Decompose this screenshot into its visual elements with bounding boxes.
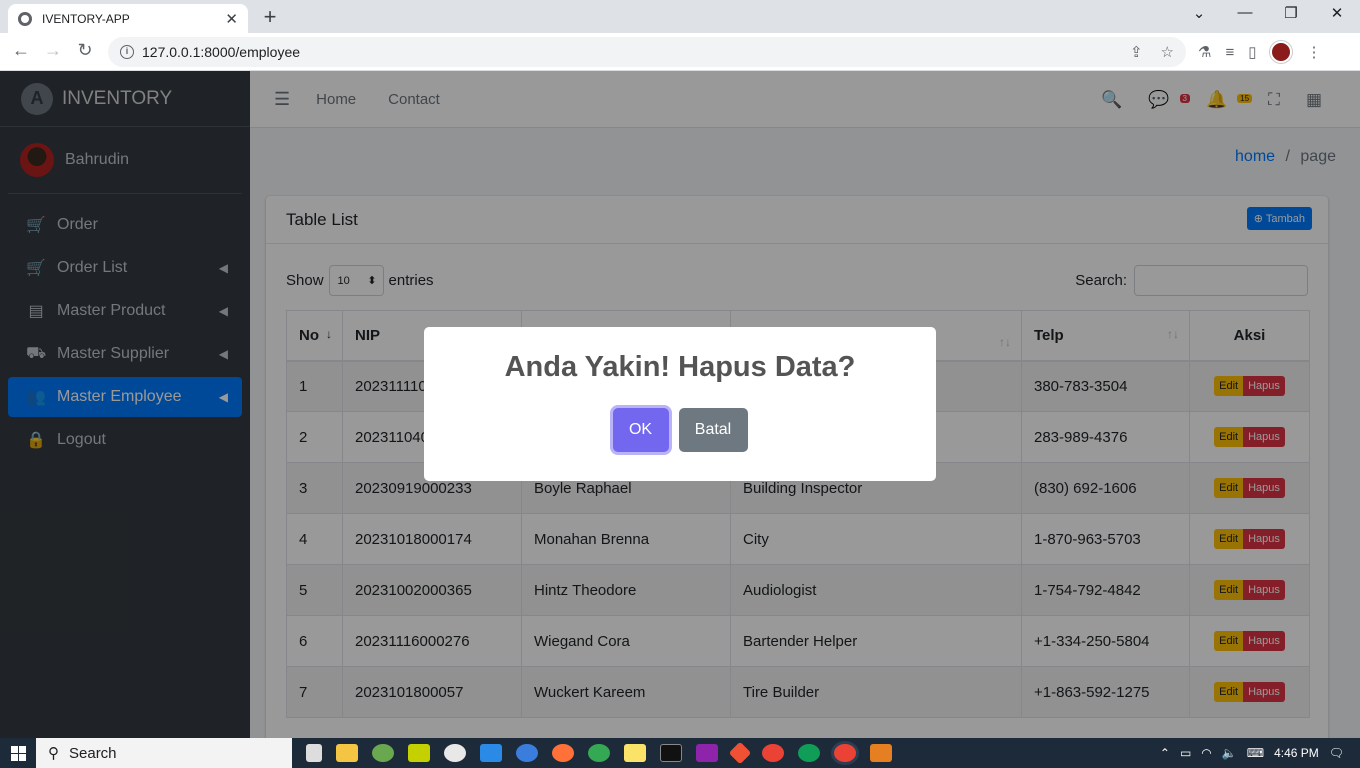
wifi-icon[interactable]: ◠ [1201, 746, 1211, 760]
system-tray: ⌃ ▭ ◠ 🔈 ⌨ 4:46 PM 🗨 [1160, 746, 1360, 760]
restore-button[interactable]: ❐ [1276, 4, 1306, 22]
chrome-active-icon[interactable] [834, 744, 856, 762]
bookmark-star-icon[interactable]: ☆ [1161, 43, 1174, 61]
windows-start-icon[interactable] [0, 738, 36, 768]
firefox-icon[interactable] [552, 744, 574, 762]
side-panel-icon[interactable]: ▯ [1248, 43, 1256, 61]
address-bar[interactable]: i 127.0.0.1:8000/employee ⇪ ☆ [108, 37, 1186, 67]
terminal-icon[interactable] [660, 744, 682, 762]
vscode-icon[interactable] [480, 744, 502, 762]
back-icon[interactable]: ← [8, 40, 34, 61]
dialog-title: Anda Yakin! Hapus Data? [504, 351, 856, 383]
reload-icon[interactable]: ↻ [72, 40, 98, 61]
minimize-button[interactable]: — [1230, 4, 1260, 21]
chevron-up-icon[interactable]: ⌃ [1160, 746, 1170, 760]
forward-icon[interactable]: → [40, 40, 66, 61]
new-tab-button[interactable]: + [258, 4, 282, 30]
cancel-button[interactable]: Batal [678, 408, 748, 452]
site-info-icon[interactable]: i [120, 45, 134, 59]
browser-tabbar: IVENTORY-APP ✕ + ⌄ — ❐ ✕ [0, 0, 1360, 33]
clock-time[interactable]: 4:46 PM [1274, 746, 1319, 760]
file-explorer-icon[interactable] [336, 744, 358, 762]
tab-title: IVENTORY-APP [42, 11, 130, 26]
keyboard-icon[interactable]: ⌨ [1247, 746, 1264, 760]
app-icon[interactable] [372, 744, 394, 762]
url-text: 127.0.0.1:8000/employee [142, 44, 301, 60]
menu-kebab-icon[interactable]: ⋮ [1306, 43, 1321, 61]
browser-toolbar: ← → ↻ i 127.0.0.1:8000/employee ⇪ ☆ ⚗ ≡ … [0, 33, 1360, 71]
taskbar-apps [306, 741, 892, 765]
chrome-icon[interactable] [588, 744, 610, 762]
globe-icon [18, 11, 32, 26]
close-window-button[interactable]: ✕ [1322, 4, 1352, 22]
profile-avatar[interactable] [1270, 41, 1293, 63]
app-icon[interactable] [444, 744, 466, 762]
sublime-icon[interactable] [870, 744, 892, 762]
labs-flask-icon[interactable]: ⚗ [1198, 43, 1211, 61]
task-view-icon[interactable] [306, 744, 322, 762]
git-icon[interactable] [728, 741, 752, 765]
taskbar-search[interactable]: ⚲ Search [36, 738, 292, 768]
confirm-delete-dialog: Anda Yakin! Hapus Data? OK Batal [424, 327, 936, 481]
battery-icon[interactable]: ▭ [1180, 746, 1191, 760]
notification-center-icon[interactable]: 🗨 [1329, 746, 1344, 760]
phpstorm-icon[interactable] [696, 744, 718, 762]
chrome-icon[interactable] [762, 744, 784, 762]
volume-icon[interactable]: 🔈 [1222, 746, 1237, 760]
tab-search-icon[interactable]: ⌄ [1184, 4, 1214, 22]
firefox-dev-icon[interactable] [516, 744, 538, 762]
notepad-icon[interactable] [624, 744, 646, 762]
close-tab-icon[interactable]: ✕ [225, 10, 238, 28]
share-icon[interactable]: ⇪ [1130, 43, 1143, 61]
windows-taskbar: ⚲ Search ⌃ ▭ ◠ 🔈 ⌨ 4:46 PM 🗨 [0, 738, 1360, 768]
search-icon: ⚲ [48, 745, 59, 762]
edge-icon[interactable] [798, 744, 820, 762]
ok-button[interactable]: OK [612, 408, 669, 452]
taskbar-search-label: Search [69, 744, 117, 762]
browser-tab[interactable]: IVENTORY-APP ✕ [8, 4, 248, 33]
lambda-app-icon[interactable] [408, 744, 430, 762]
media-icon[interactable]: ≡ [1225, 44, 1234, 61]
